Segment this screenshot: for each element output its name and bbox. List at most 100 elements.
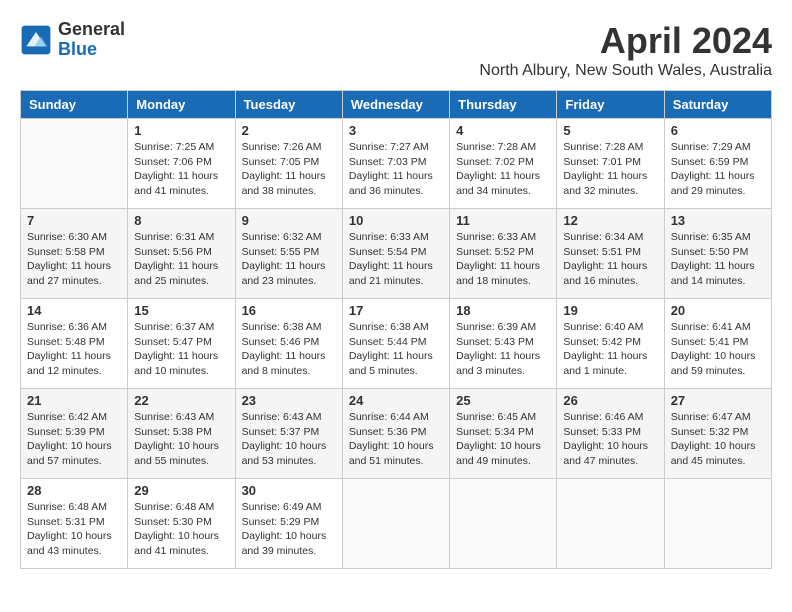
day-info: Sunrise: 7:27 AMSunset: 7:03 PMDaylight:…: [349, 140, 443, 199]
col-monday: Monday: [128, 91, 235, 119]
col-sunday: Sunday: [21, 91, 128, 119]
calendar-cell: 9 Sunrise: 6:32 AMSunset: 5:55 PMDaylight…: [235, 209, 342, 299]
logo-text: General Blue: [58, 20, 125, 60]
calendar-week-3: 14Sunrise: 6:36 AMSunset: 5:48 PMDayligh…: [21, 299, 772, 389]
day-info: Sunrise: 6:46 AMSunset: 5:33 PMDaylight:…: [563, 410, 657, 469]
day-info: Sunrise: 6:45 AMSunset: 5:34 PMDaylight:…: [456, 410, 550, 469]
day-info: Sunrise: 6:30 AMSunset: 5:58 PMDaylight:…: [27, 230, 121, 289]
calendar-cell: [664, 479, 771, 569]
location: North Albury, New South Wales, Australia: [479, 62, 772, 80]
calendar-cell: 1 Sunrise: 7:25 AMSunset: 7:06 PMDaylight…: [128, 119, 235, 209]
calendar-cell: 14Sunrise: 6:36 AMSunset: 5:48 PMDayligh…: [21, 299, 128, 389]
calendar-cell: 13 Sunrise: 6:35 AMSunset: 5:50 PMDayligh…: [664, 209, 771, 299]
calendar-week-2: 7 Sunrise: 6:30 AMSunset: 5:58 PMDaylight…: [21, 209, 772, 299]
calendar-header: Sunday Monday Tuesday Wednesday Thursday…: [21, 91, 772, 119]
calendar-cell: 18Sunrise: 6:39 AMSunset: 5:43 PMDayligh…: [450, 299, 557, 389]
day-number: 28: [27, 483, 121, 498]
day-number: 29: [134, 483, 228, 498]
calendar-cell: 23 Sunrise: 6:43 AMSunset: 5:37 PMDayligh…: [235, 389, 342, 479]
col-thursday: Thursday: [450, 91, 557, 119]
calendar-week-4: 21 Sunrise: 6:42 AMSunset: 5:39 PMDayligh…: [21, 389, 772, 479]
calendar-week-1: 1 Sunrise: 7:25 AMSunset: 7:06 PMDaylight…: [21, 119, 772, 209]
day-number: 8: [134, 213, 228, 228]
col-wednesday: Wednesday: [342, 91, 449, 119]
col-saturday: Saturday: [664, 91, 771, 119]
calendar-week-5: 28Sunrise: 6:48 AMSunset: 5:31 PMDayligh…: [21, 479, 772, 569]
day-number: 17: [349, 303, 443, 318]
day-info: Sunrise: 6:36 AMSunset: 5:48 PMDaylight:…: [27, 320, 121, 379]
calendar-cell: 7 Sunrise: 6:30 AMSunset: 5:58 PMDaylight…: [21, 209, 128, 299]
day-info: Sunrise: 6:33 AMSunset: 5:54 PMDaylight:…: [349, 230, 443, 289]
day-info: Sunrise: 6:47 AMSunset: 5:32 PMDaylight:…: [671, 410, 765, 469]
calendar-cell: 8Sunrise: 6:31 AMSunset: 5:56 PMDaylight…: [128, 209, 235, 299]
calendar-cell: 17 Sunrise: 6:38 AMSunset: 5:44 PMDayligh…: [342, 299, 449, 389]
logo-blue: Blue: [58, 40, 125, 60]
day-number: 9: [242, 213, 336, 228]
day-number: 2: [242, 123, 336, 138]
day-number: 6: [671, 123, 765, 138]
calendar-body: 1 Sunrise: 7:25 AMSunset: 7:06 PMDaylight…: [21, 119, 772, 569]
day-number: 3: [349, 123, 443, 138]
calendar-cell: 10 Sunrise: 6:33 AMSunset: 5:54 PMDayligh…: [342, 209, 449, 299]
day-number: 11: [456, 213, 550, 228]
day-number: 23: [242, 393, 336, 408]
day-info: Sunrise: 6:38 AMSunset: 5:46 PMDaylight:…: [242, 320, 336, 379]
day-number: 24: [349, 393, 443, 408]
day-info: Sunrise: 6:35 AMSunset: 5:50 PMDaylight:…: [671, 230, 765, 289]
day-number: 10: [349, 213, 443, 228]
day-number: 16: [242, 303, 336, 318]
day-info: Sunrise: 6:43 AMSunset: 5:38 PMDaylight:…: [134, 410, 228, 469]
col-tuesday: Tuesday: [235, 91, 342, 119]
calendar-cell: 2 Sunrise: 7:26 AMSunset: 7:05 PMDaylight…: [235, 119, 342, 209]
calendar-cell: [557, 479, 664, 569]
day-number: 20: [671, 303, 765, 318]
calendar-cell: 5Sunrise: 7:28 AMSunset: 7:01 PMDaylight…: [557, 119, 664, 209]
calendar-cell: 22 Sunrise: 6:43 AMSunset: 5:38 PMDayligh…: [128, 389, 235, 479]
calendar-cell: 11 Sunrise: 6:33 AMSunset: 5:52 PMDayligh…: [450, 209, 557, 299]
calendar-cell: 4Sunrise: 7:28 AMSunset: 7:02 PMDaylight…: [450, 119, 557, 209]
month-title: April 2024: [479, 20, 772, 62]
day-info: Sunrise: 6:43 AMSunset: 5:37 PMDaylight:…: [242, 410, 336, 469]
day-number: 15: [134, 303, 228, 318]
header-row: Sunday Monday Tuesday Wednesday Thursday…: [21, 91, 772, 119]
page-header: General Blue April 2024 North Albury, Ne…: [20, 20, 772, 80]
calendar-cell: 15Sunrise: 6:37 AMSunset: 5:47 PMDayligh…: [128, 299, 235, 389]
day-info: Sunrise: 7:28 AMSunset: 7:01 PMDaylight:…: [563, 140, 657, 199]
day-number: 30: [242, 483, 336, 498]
calendar-cell: 3 Sunrise: 7:27 AMSunset: 7:03 PMDaylight…: [342, 119, 449, 209]
day-info: Sunrise: 6:44 AMSunset: 5:36 PMDaylight:…: [349, 410, 443, 469]
day-number: 1: [134, 123, 228, 138]
day-info: Sunrise: 6:40 AMSunset: 5:42 PMDaylight:…: [563, 320, 657, 379]
day-number: 27: [671, 393, 765, 408]
day-info: Sunrise: 7:26 AMSunset: 7:05 PMDaylight:…: [242, 140, 336, 199]
logo: General Blue: [20, 20, 125, 60]
day-info: Sunrise: 6:41 AMSunset: 5:41 PMDaylight:…: [671, 320, 765, 379]
calendar-cell: 21 Sunrise: 6:42 AMSunset: 5:39 PMDayligh…: [21, 389, 128, 479]
calendar-cell: 26 Sunrise: 6:46 AMSunset: 5:33 PMDayligh…: [557, 389, 664, 479]
day-info: Sunrise: 6:42 AMSunset: 5:39 PMDaylight:…: [27, 410, 121, 469]
calendar-table: Sunday Monday Tuesday Wednesday Thursday…: [20, 90, 772, 569]
calendar-cell: 24 Sunrise: 6:44 AMSunset: 5:36 PMDayligh…: [342, 389, 449, 479]
day-number: 21: [27, 393, 121, 408]
day-info: Sunrise: 6:32 AMSunset: 5:55 PMDaylight:…: [242, 230, 336, 289]
day-info: Sunrise: 6:49 AMSunset: 5:29 PMDaylight:…: [242, 500, 336, 559]
calendar-cell: 19 Sunrise: 6:40 AMSunset: 5:42 PMDayligh…: [557, 299, 664, 389]
day-number: 26: [563, 393, 657, 408]
day-info: Sunrise: 6:33 AMSunset: 5:52 PMDaylight:…: [456, 230, 550, 289]
calendar-cell: 28Sunrise: 6:48 AMSunset: 5:31 PMDayligh…: [21, 479, 128, 569]
day-number: 13: [671, 213, 765, 228]
day-info: Sunrise: 6:34 AMSunset: 5:51 PMDaylight:…: [563, 230, 657, 289]
day-number: 7: [27, 213, 121, 228]
day-number: 22: [134, 393, 228, 408]
day-number: 18: [456, 303, 550, 318]
calendar-cell: 27 Sunrise: 6:47 AMSunset: 5:32 PMDayligh…: [664, 389, 771, 479]
calendar-cell: [450, 479, 557, 569]
day-info: Sunrise: 7:25 AMSunset: 7:06 PMDaylight:…: [134, 140, 228, 199]
calendar-cell: 12Sunrise: 6:34 AMSunset: 5:51 PMDayligh…: [557, 209, 664, 299]
day-info: Sunrise: 6:38 AMSunset: 5:44 PMDaylight:…: [349, 320, 443, 379]
col-friday: Friday: [557, 91, 664, 119]
logo-icon: [20, 24, 52, 56]
day-number: 4: [456, 123, 550, 138]
day-number: 19: [563, 303, 657, 318]
title-block: April 2024 North Albury, New South Wales…: [479, 20, 772, 80]
